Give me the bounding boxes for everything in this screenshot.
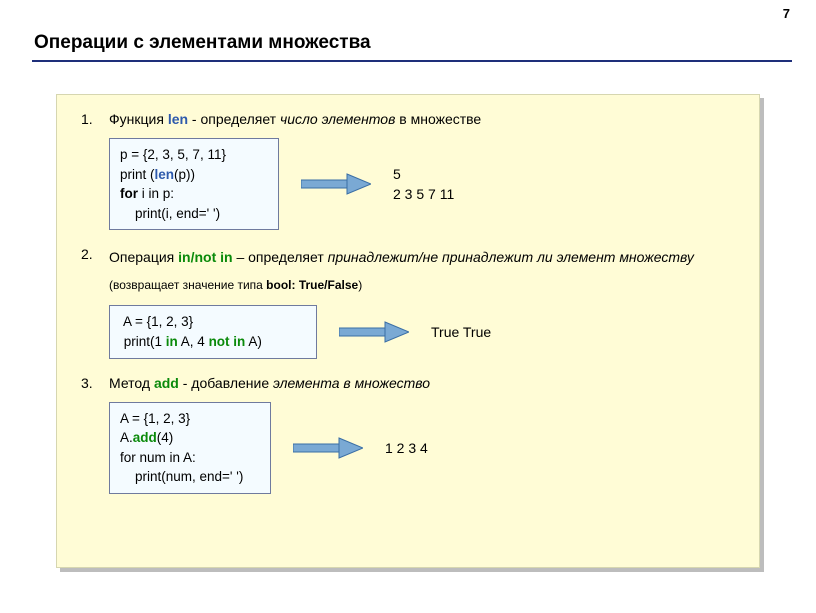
item-number: 2. <box>81 244 109 265</box>
list-item: 3. Метод add - добавление элемента в мно… <box>81 373 739 494</box>
list-item: 2. Операция in/not in – определяет прина… <box>81 244 739 358</box>
keyword-len: len <box>168 111 188 127</box>
arrow-icon <box>339 320 409 344</box>
item-text: Операция in/not in – определяет принадле… <box>109 244 739 297</box>
output-text: 1 2 3 4 <box>385 438 428 458</box>
item-number: 1. <box>81 109 109 130</box>
list-item: 1. Функция len - определяет число элемен… <box>81 109 739 230</box>
code-box: A = {1, 2, 3} print(1 in A, 4 not in A) <box>109 305 317 358</box>
keyword-in-not-in: in/not in <box>178 249 232 265</box>
page-number: 7 <box>783 6 790 21</box>
arrow-icon <box>293 436 363 460</box>
code-box: A = {1, 2, 3} A.add(4) for num in A: pri… <box>109 402 271 494</box>
keyword-add: add <box>154 375 179 391</box>
content-box: 1. Функция len - определяет число элемен… <box>56 94 760 568</box>
page-title: Операции с элементами множества <box>34 32 371 54</box>
code-box: p = {2, 3, 5, 7, 11} print (len(p)) for … <box>109 138 279 230</box>
arrow-icon <box>301 172 371 196</box>
output-text: True True <box>431 322 491 342</box>
item-text: Метод add - добавление элемента в множес… <box>109 373 739 394</box>
output-text: 5 2 3 5 7 11 <box>393 164 454 205</box>
item-text: Функция len - определяет число элементов… <box>109 109 739 130</box>
title-rule <box>32 60 792 62</box>
item-number: 3. <box>81 373 109 394</box>
